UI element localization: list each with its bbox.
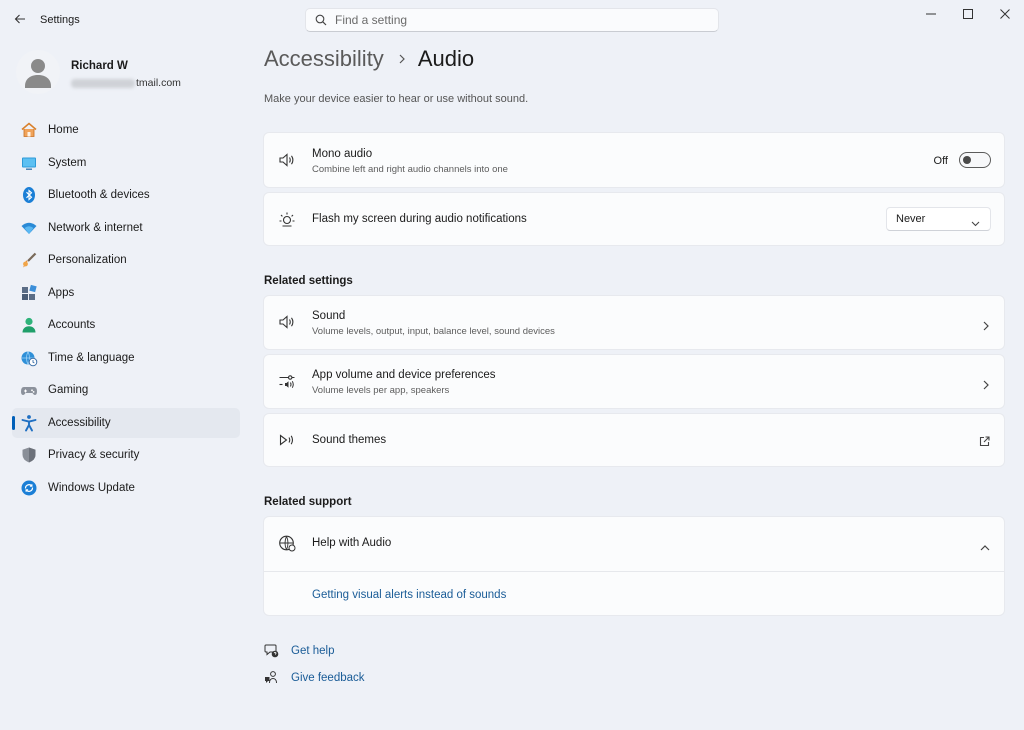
sidebar-item-home[interactable]: Home	[12, 115, 240, 145]
breadcrumb-parent-link[interactable]: Accessibility	[264, 46, 384, 72]
get-help-icon	[264, 644, 279, 658]
sidebar-item-accounts[interactable]: Accounts	[12, 310, 240, 340]
search-icon	[315, 14, 327, 26]
related-support-heading: Related support	[264, 496, 352, 508]
page-title: Audio	[417, 46, 475, 71]
bluetooth-icon	[20, 186, 38, 204]
sidebar-item-bluetooth[interactable]: Bluetooth & devices	[12, 180, 240, 210]
accounts-icon	[20, 316, 38, 334]
sidebar-item-windows-update[interactable]: Windows Update	[12, 473, 240, 503]
brush-icon	[20, 251, 38, 269]
chevron-right-icon	[982, 377, 990, 395]
sidebar-item-privacy-security[interactable]: Privacy & security	[12, 440, 240, 470]
back-button[interactable]	[10, 9, 30, 29]
chevron-down-icon	[971, 215, 980, 233]
home-icon	[20, 121, 38, 139]
mono-audio-toggle[interactable]	[959, 152, 991, 168]
flash-light-icon	[278, 210, 296, 228]
help-with-audio-card: Help with Audio Getting visual alerts in…	[264, 517, 1004, 615]
sidebar-item-system[interactable]: System	[12, 148, 240, 178]
app-volume-desc: Volume levels per app, speakers	[312, 385, 450, 396]
avatar	[16, 50, 60, 94]
chevron-right-icon	[398, 54, 406, 64]
app-title: Settings	[40, 14, 80, 26]
breadcrumb: Accessibility Audio	[264, 46, 474, 72]
chevron-up-icon[interactable]	[980, 539, 990, 557]
app-volume-card[interactable]: App volume and device preferences Volume…	[264, 355, 1004, 408]
sidebar-item-apps[interactable]: Apps	[12, 278, 240, 308]
nav-list: Home System Bluetooth & devices Network …	[12, 115, 240, 505]
flash-screen-title: Flash my screen during audio notificatio…	[312, 213, 527, 225]
sidebar-item-time-language[interactable]: Time & language	[12, 343, 240, 373]
get-help-link[interactable]: Get help	[264, 643, 334, 658]
mono-audio-state-label: Off	[933, 155, 948, 167]
update-icon	[20, 479, 38, 497]
mono-audio-title: Mono audio	[312, 148, 373, 160]
sidebar-item-network[interactable]: Network & internet	[12, 213, 240, 243]
mono-audio-desc: Combine left and right audio channels in…	[312, 164, 508, 175]
page-subtitle: Make your device easier to hear or use w…	[264, 93, 529, 105]
user-name: Richard W	[71, 60, 128, 72]
search-input[interactable]	[335, 13, 695, 27]
external-link-icon	[979, 434, 990, 452]
related-settings-heading: Related settings	[264, 275, 353, 287]
sidebar-item-accessibility[interactable]: Accessibility	[12, 407, 240, 438]
help-with-audio-title[interactable]: Help with Audio	[312, 537, 391, 549]
flash-screen-card: Flash my screen during audio notificatio…	[264, 193, 1004, 245]
search-box[interactable]	[305, 8, 719, 32]
sidebar: Richard W tmail.com Home System Bluetoot…	[0, 40, 250, 730]
wifi-icon	[20, 219, 38, 237]
divider	[264, 571, 1004, 572]
avatar-person-icon	[25, 59, 51, 88]
back-arrow-icon	[14, 14, 25, 24]
speaker-icon	[278, 313, 296, 331]
sound-themes-icon	[278, 431, 296, 449]
maximize-icon	[963, 9, 973, 19]
speaker-icon	[278, 151, 296, 169]
minimize-icon	[926, 13, 936, 15]
close-button[interactable]	[982, 0, 1024, 28]
apps-icon	[20, 284, 38, 302]
system-icon	[20, 154, 38, 172]
sound-card[interactable]: Sound Volume levels, output, input, bala…	[264, 296, 1004, 349]
app-volume-sliders-icon	[278, 372, 296, 390]
globe-help-icon	[278, 534, 296, 552]
feedback-icon	[265, 671, 277, 684]
sidebar-item-gaming[interactable]: Gaming	[12, 375, 240, 405]
user-email: tmail.com	[71, 77, 181, 89]
sound-title: Sound	[312, 310, 346, 322]
flash-screen-selected-value: Never	[896, 213, 926, 225]
visual-alerts-help-link[interactable]: Getting visual alerts instead of sounds	[312, 589, 506, 601]
gamepad-icon	[20, 381, 38, 399]
sound-themes-title: Sound themes	[312, 434, 387, 446]
mono-audio-card: Mono audio Combine left and right audio …	[264, 133, 1004, 187]
flash-screen-dropdown[interactable]: Never	[886, 207, 991, 231]
sidebar-item-personalization[interactable]: Personalization	[12, 245, 240, 275]
globe-clock-icon	[20, 349, 38, 367]
shield-icon	[20, 446, 38, 464]
title-bar: Settings	[0, 0, 1024, 40]
accessibility-icon	[20, 414, 38, 432]
app-volume-title: App volume and device preferences	[312, 369, 496, 381]
sound-desc: Volume levels, output, input, balance le…	[312, 326, 555, 337]
sound-themes-card[interactable]: Sound themes	[264, 414, 1004, 466]
email-redaction	[71, 78, 135, 88]
close-icon	[1000, 9, 1010, 19]
give-feedback-link[interactable]: Give feedback	[264, 670, 365, 685]
chevron-right-icon	[982, 318, 990, 336]
user-profile[interactable]: Richard W tmail.com	[16, 50, 246, 100]
